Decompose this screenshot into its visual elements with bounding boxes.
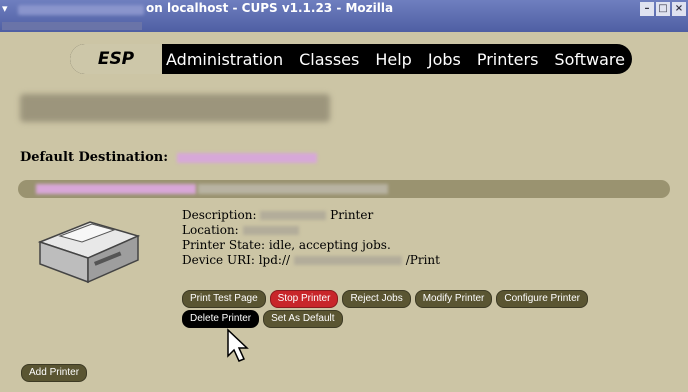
nav-jobs[interactable]: Jobs (428, 50, 461, 69)
description-value: Printer (330, 208, 374, 222)
description-redacted (260, 211, 327, 220)
location-row: Location: (182, 223, 440, 238)
printer-link[interactable] (36, 184, 196, 194)
nav-esp[interactable]: ESP (70, 44, 162, 74)
mouse-pointer-icon (227, 328, 249, 362)
close-button[interactable]: × (672, 2, 686, 16)
window-title: on localhost - CUPS v1.1.23 - Mozilla (146, 1, 394, 15)
action-buttons-row-1: Print Test Page Stop Printer Reject Jobs… (182, 290, 588, 308)
redacted-window-title (18, 5, 144, 15)
main-navbar: ESP Administration Classes Help Jobs Pri… (70, 44, 632, 74)
printer-header-bar (18, 180, 670, 198)
maximize-button[interactable]: □ (656, 2, 670, 16)
reject-jobs-button[interactable]: Reject Jobs (342, 290, 411, 308)
window-tabs (2, 22, 142, 30)
nav-printers[interactable]: Printers (477, 50, 539, 69)
printer-details: Description: Printer Location: Printer S… (182, 208, 440, 268)
printer-subtitle (198, 184, 388, 194)
location-label: Location: (182, 223, 239, 237)
nav-software[interactable]: Software (554, 50, 625, 69)
description-label: Description: (182, 208, 257, 222)
modify-printer-button[interactable]: Modify Printer (414, 290, 493, 308)
window-menu-icon[interactable]: ▾ (2, 2, 16, 15)
device-uri-row: Device URI: lpd:// /Print (182, 253, 440, 268)
delete-printer-button[interactable]: Delete Printer (182, 310, 260, 328)
print-test-page-button[interactable]: Print Test Page (182, 290, 266, 308)
set-as-default-button[interactable]: Set As Default (263, 310, 343, 328)
device-uri-redacted (293, 256, 402, 265)
default-destination-link[interactable] (176, 152, 317, 163)
add-printer-button[interactable]: Add Printer (21, 364, 88, 382)
location-redacted (242, 226, 299, 235)
minimize-button[interactable]: – (640, 2, 654, 16)
action-buttons-row-2: Delete Printer Set As Default (182, 310, 343, 328)
description-row: Description: Printer (182, 208, 440, 223)
window-titlebar: ▾ on localhost - CUPS v1.1.23 - Mozilla … (0, 0, 688, 32)
device-uri-label: Device URI: lpd:// (182, 253, 291, 267)
nav-administration[interactable]: Administration (166, 50, 283, 69)
printer-name-heading (20, 94, 330, 122)
configure-printer-button[interactable]: Configure Printer (496, 290, 588, 308)
printer-state: Printer State: idle, accepting jobs. (182, 238, 391, 252)
default-destination-label: Default Destination: (20, 150, 169, 165)
default-destination: Default Destination: (20, 150, 317, 165)
stop-printer-button[interactable]: Stop Printer (269, 290, 339, 308)
nav-help[interactable]: Help (375, 50, 411, 69)
device-uri-suffix: /Print (405, 253, 440, 267)
nav-classes[interactable]: Classes (299, 50, 359, 69)
printer-icon (37, 221, 141, 284)
